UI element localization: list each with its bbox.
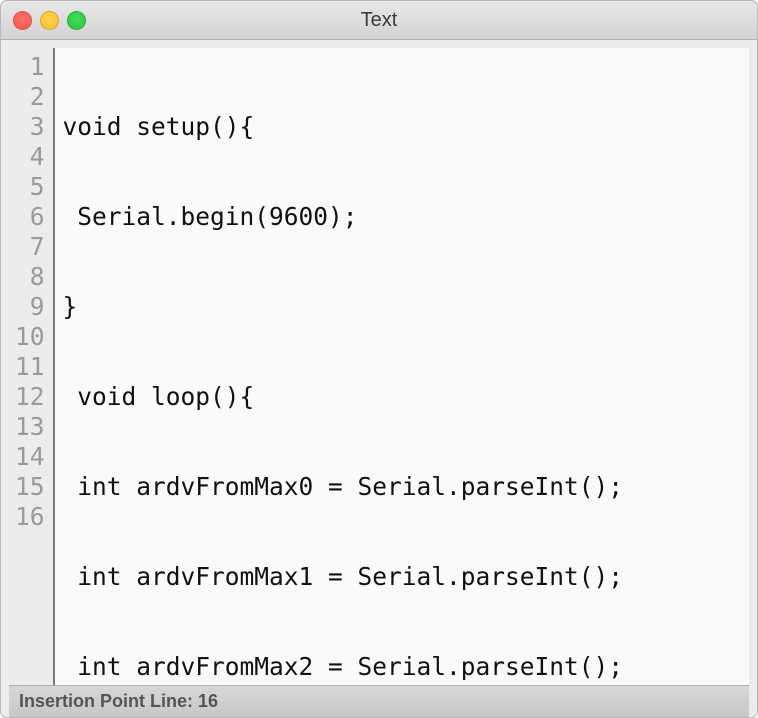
line-number: 16 xyxy=(15,502,45,532)
line-number: 13 xyxy=(15,412,45,442)
code-line: int ardvFromMax2 = Serial.parseInt(); xyxy=(63,652,739,682)
line-number: 7 xyxy=(15,232,45,262)
line-number: 5 xyxy=(15,172,45,202)
window-title: Text xyxy=(1,9,757,32)
line-number: 9 xyxy=(15,292,45,322)
code-line: void setup(){ xyxy=(63,112,739,142)
line-number: 6 xyxy=(15,202,45,232)
code-text-area[interactable]: void setup(){ Serial.begin(9600); } void… xyxy=(55,48,749,685)
text-editor: 1 2 3 4 5 6 7 8 9 10 11 12 13 14 15 16 v… xyxy=(9,48,749,685)
line-number: 15 xyxy=(15,472,45,502)
line-number: 8 xyxy=(15,262,45,292)
line-number: 10 xyxy=(15,322,45,352)
code-line: int ardvFromMax0 = Serial.parseInt(); xyxy=(63,472,739,502)
line-number: 12 xyxy=(15,382,45,412)
line-number: 1 xyxy=(15,52,45,82)
line-number: 11 xyxy=(15,352,45,382)
line-number-gutter: 1 2 3 4 5 6 7 8 9 10 11 12 13 14 15 16 xyxy=(9,48,55,685)
editor-window: Text 1 2 3 4 5 6 7 8 9 10 11 12 13 14 15… xyxy=(0,0,758,718)
line-number: 4 xyxy=(15,142,45,172)
line-number: 14 xyxy=(15,442,45,472)
line-number: 2 xyxy=(15,82,45,112)
code-line: int ardvFromMax1 = Serial.parseInt(); xyxy=(63,562,739,592)
maximize-icon[interactable] xyxy=(67,11,86,30)
status-text: Insertion Point Line: 16 xyxy=(19,691,218,712)
code-line: Serial.begin(9600); xyxy=(63,202,739,232)
minimize-icon[interactable] xyxy=(40,11,59,30)
titlebar[interactable]: Text xyxy=(1,1,757,40)
content-area: 1 2 3 4 5 6 7 8 9 10 11 12 13 14 15 16 v… xyxy=(1,40,757,717)
status-bar: Insertion Point Line: 16 xyxy=(9,685,749,717)
close-icon[interactable] xyxy=(13,11,32,30)
traffic-lights xyxy=(13,11,86,30)
code-line: void loop(){ xyxy=(63,382,739,412)
code-line: } xyxy=(63,292,739,322)
line-number: 3 xyxy=(15,112,45,142)
